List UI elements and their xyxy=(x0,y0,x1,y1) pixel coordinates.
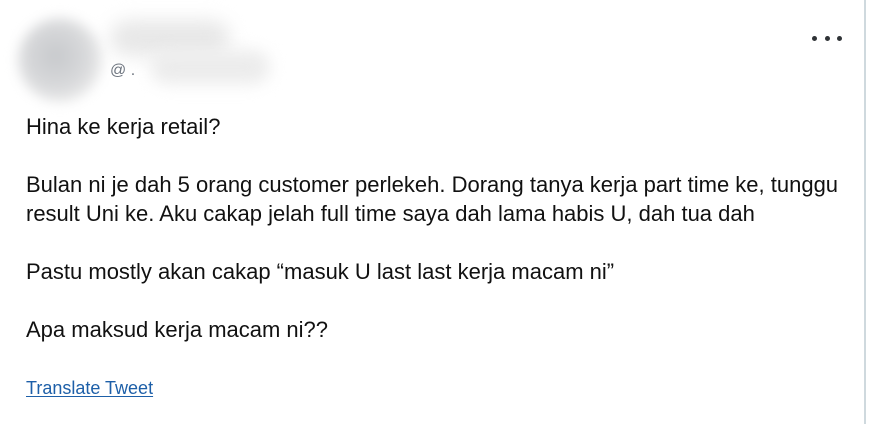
tweet-line-final-question: Apa maksud kerja macam ni?? xyxy=(26,317,329,342)
more-dot-icon xyxy=(812,35,817,41)
translate-tweet-link[interactable]: Translate Tweet xyxy=(26,378,153,399)
avatar[interactable] xyxy=(18,18,102,102)
user-handle[interactable]: @ . xyxy=(110,62,135,80)
tweet-paragraph-story: Bulan ni je dah 5 orang customer perleke… xyxy=(26,172,839,226)
tweet-body: Hina ke kerja retail? Bulan ni je dah 5 … xyxy=(26,112,856,344)
more-dot-icon xyxy=(824,35,830,41)
more-horizontal-icon[interactable] xyxy=(812,28,842,48)
tweet-paragraph-quote: Pastu mostly akan cakap “masuk U last la… xyxy=(26,259,615,284)
more-dot-icon xyxy=(837,35,842,41)
tweet-line-question: Hina ke kerja retail? xyxy=(26,114,221,139)
handle-blurred xyxy=(150,50,270,84)
tweet-card: @ . Hina ke kerja retail? Bulan ni je da… xyxy=(0,0,866,424)
